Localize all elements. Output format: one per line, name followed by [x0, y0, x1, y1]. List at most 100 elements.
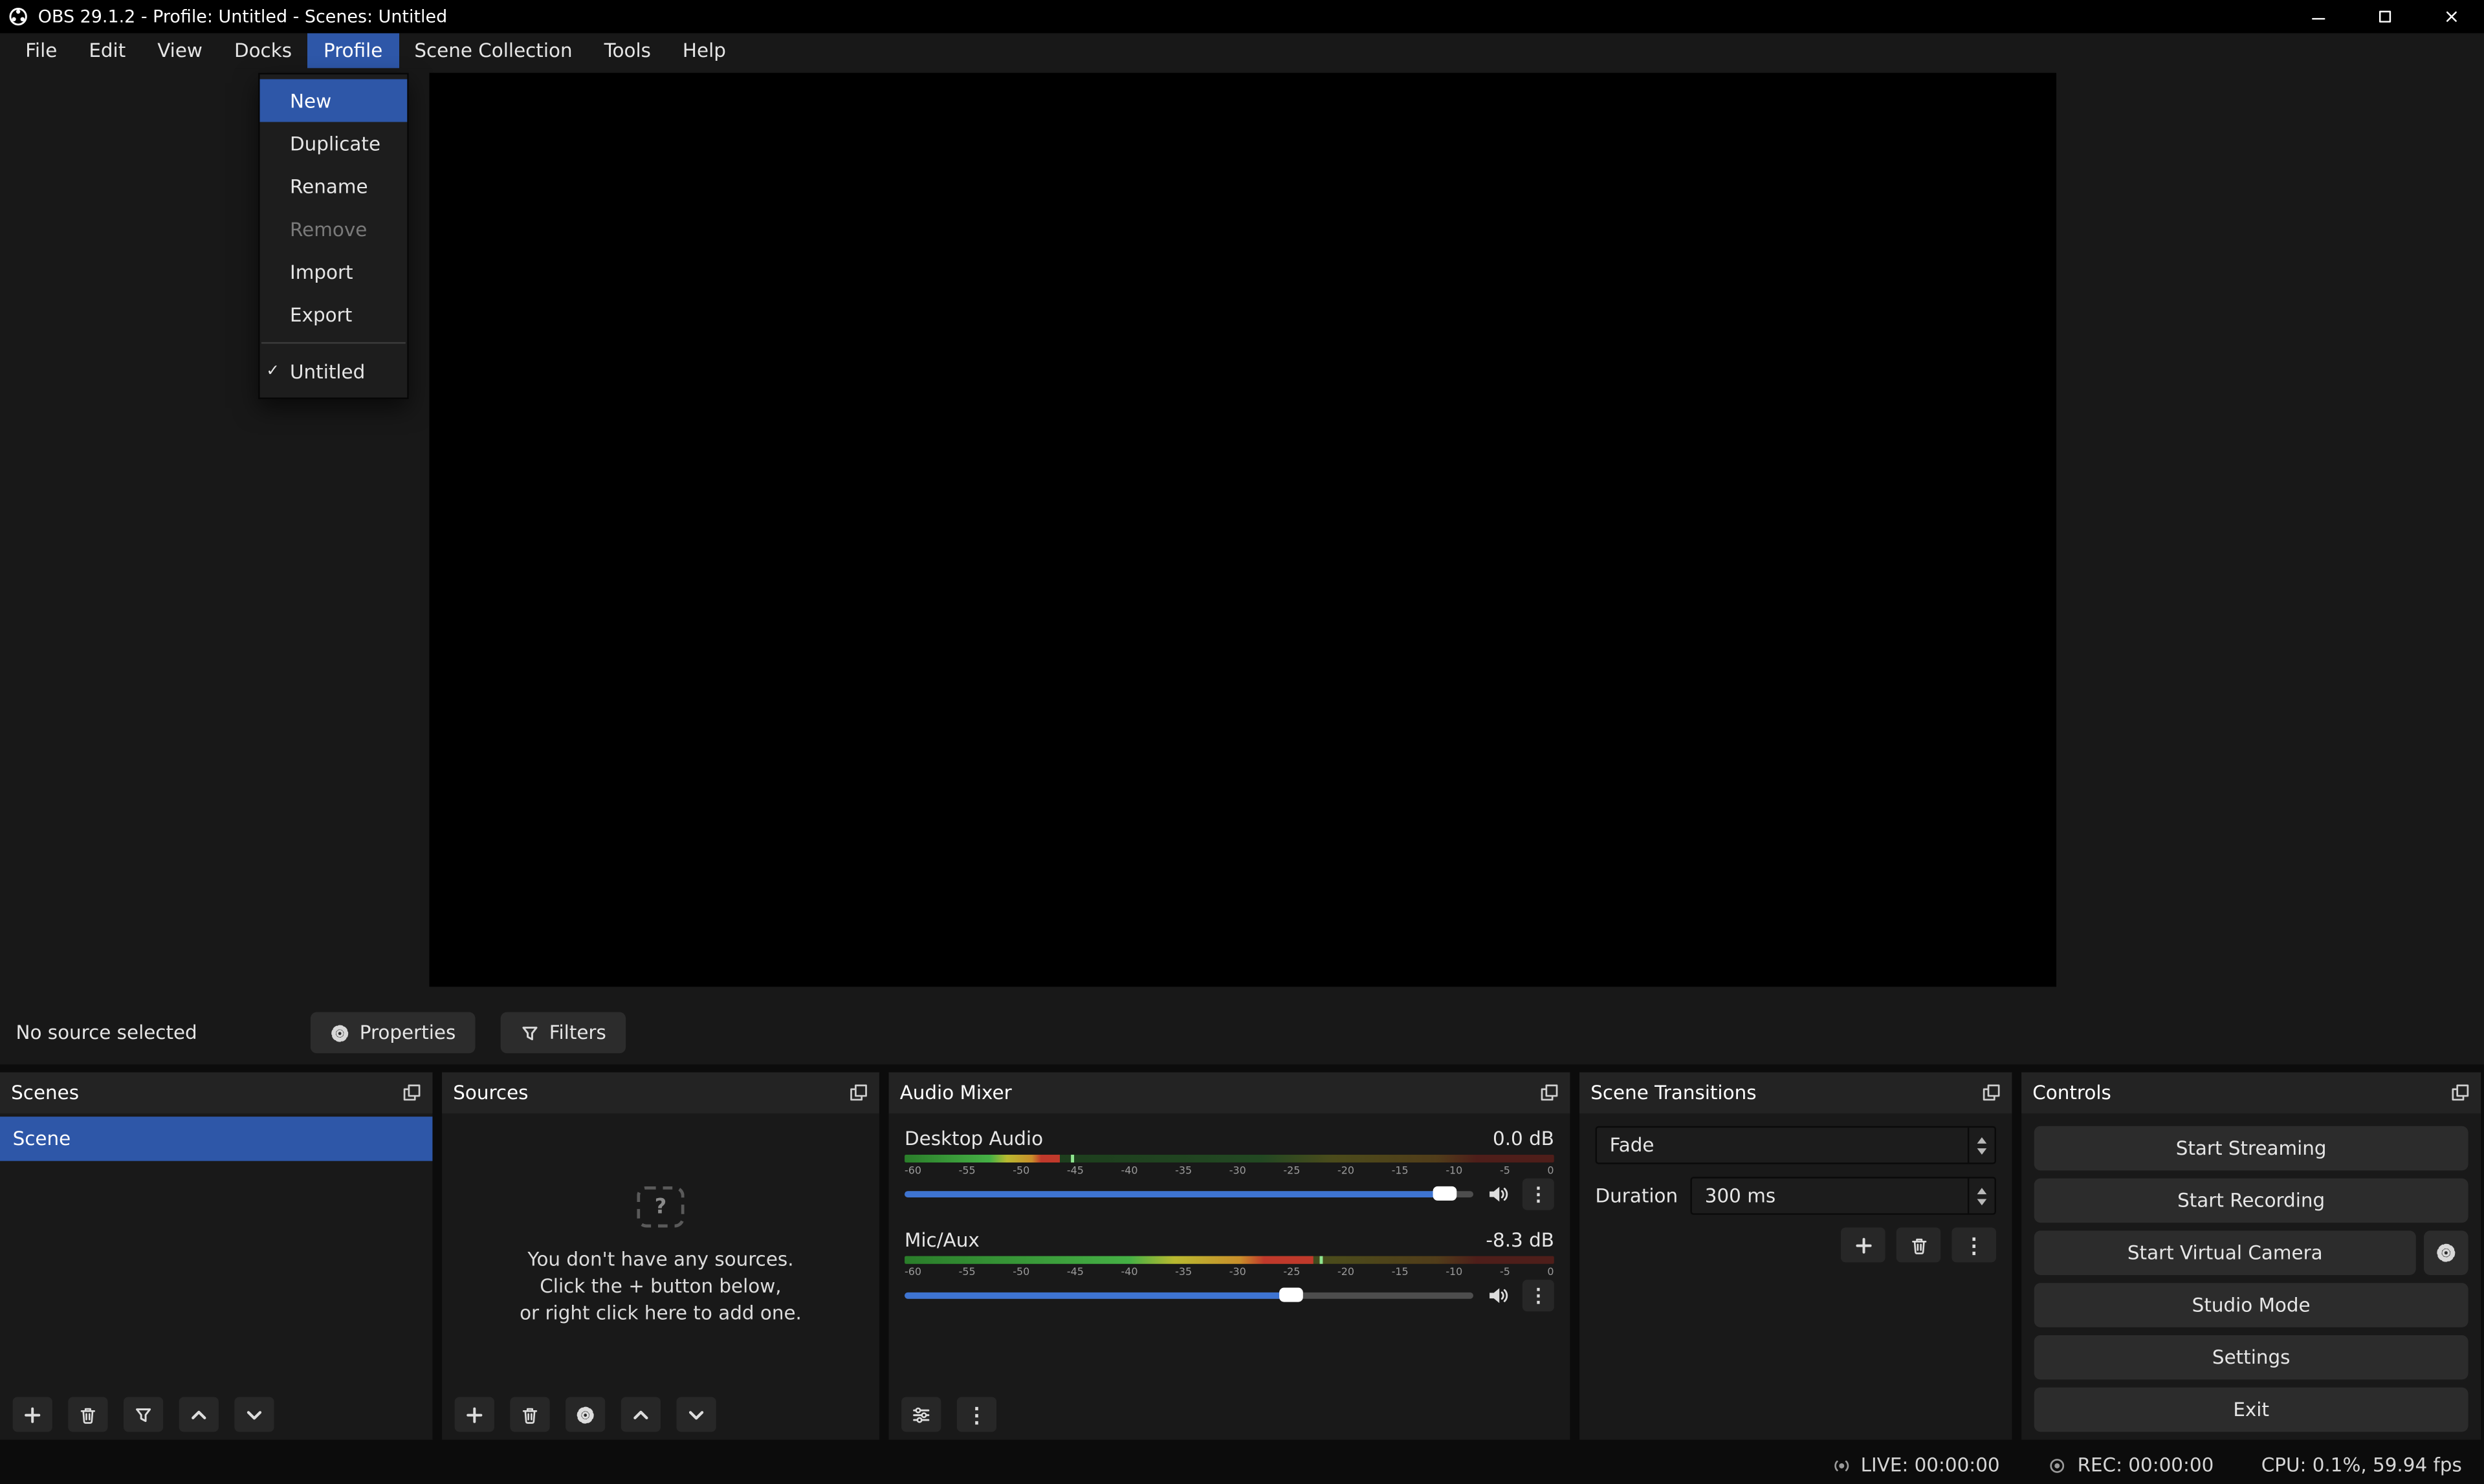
menu-docks[interactable]: Docks — [218, 33, 307, 68]
volume-meter — [905, 1155, 1554, 1162]
channel-options-button[interactable]: ⋮ — [1522, 1280, 1554, 1311]
mixer-popout-button[interactable] — [1540, 1084, 1559, 1102]
advanced-audio-button[interactable] — [901, 1397, 941, 1432]
trash-icon — [520, 1404, 540, 1425]
properties-label: Properties — [360, 1021, 456, 1043]
profile-menu-import[interactable]: Import — [260, 250, 408, 293]
add-source-button[interactable] — [455, 1397, 494, 1432]
question-icon: ? — [637, 1186, 684, 1228]
add-scene-button[interactable] — [13, 1397, 52, 1432]
scene-filters-button[interactable] — [124, 1397, 163, 1432]
profile-menu-export[interactable]: Export — [260, 293, 408, 336]
settings-button[interactable]: Settings — [2034, 1335, 2468, 1380]
filter-icon — [133, 1404, 154, 1425]
minimize-button[interactable] — [2285, 0, 2351, 33]
start-streaming-button[interactable]: Start Streaming — [2034, 1126, 2468, 1171]
select-spinner[interactable] — [1968, 1128, 1995, 1162]
source-status-text: No source selected — [16, 1021, 285, 1043]
maximize-icon — [2375, 8, 2393, 25]
dots-icon: ⋮ — [967, 1404, 987, 1425]
transition-select[interactable]: Fade — [1596, 1126, 1996, 1164]
controls-header: Controls — [2021, 1073, 2481, 1114]
obs-logo-icon — [8, 6, 28, 27]
duration-spinbox[interactable]: 300 ms — [1691, 1177, 1996, 1215]
duration-label: Duration — [1596, 1184, 1678, 1206]
scene-list-item[interactable]: Scene — [0, 1117, 432, 1161]
remove-scene-button[interactable] — [68, 1397, 107, 1432]
preview-canvas[interactable] — [428, 73, 2056, 987]
transitions-header: Scene Transitions — [1579, 1073, 2012, 1114]
profile-menu-duplicate[interactable]: Duplicate — [260, 122, 408, 165]
trash-icon — [1908, 1235, 1929, 1256]
scene-transitions-dock: Scene Transitions Fade Duration 300 ms — [1579, 1073, 2012, 1440]
mute-button[interactable] — [1486, 1285, 1510, 1307]
menubar: File Edit View Docks Profile Scene Colle… — [0, 33, 2484, 68]
slider-handle[interactable] — [1279, 1288, 1303, 1302]
volume-slider[interactable] — [905, 1180, 1473, 1208]
trash-icon — [78, 1404, 98, 1425]
channel-options-button[interactable]: ⋮ — [1522, 1179, 1554, 1210]
mixer-options-button[interactable]: ⋮ — [957, 1397, 996, 1432]
menu-scene-collection[interactable]: Scene Collection — [399, 33, 588, 68]
menu-help[interactable]: Help — [666, 33, 742, 68]
mixer-toolbar: ⋮ — [889, 1389, 1570, 1439]
popout-icon — [1540, 1084, 1559, 1102]
check-icon: ✓ — [266, 363, 280, 380]
audio-mixer-header: Audio Mixer — [889, 1073, 1570, 1114]
studio-mode-button[interactable]: Studio Mode — [2034, 1283, 2468, 1327]
remove-source-button[interactable] — [510, 1397, 549, 1432]
volume-slider[interactable] — [905, 1282, 1473, 1310]
cpu-fps-text: CPU: 0.1%, 59.94 fps — [2261, 1454, 2462, 1476]
channel-name: Mic/Aux — [905, 1228, 980, 1250]
menu-edit[interactable]: Edit — [73, 33, 142, 68]
maximize-button[interactable] — [2351, 0, 2417, 33]
mute-button[interactable] — [1486, 1183, 1510, 1205]
scenes-popout-button[interactable] — [402, 1084, 421, 1102]
properties-button[interactable]: Properties — [311, 1012, 475, 1054]
controls-title: Controls — [2032, 1082, 2111, 1104]
sources-popout-button[interactable] — [849, 1084, 868, 1102]
sources-empty-state: ? You don't have any sources. Click the … — [442, 1186, 879, 1327]
sources-dock-body[interactable]: ? You don't have any sources. Click the … — [442, 1113, 879, 1439]
transition-options-button[interactable]: ⋮ — [1951, 1228, 1996, 1263]
profile-menu-untitled[interactable]: ✓ Untitled — [260, 350, 408, 393]
spin-up-icon — [1977, 1137, 1987, 1143]
record-icon — [2047, 1455, 2068, 1476]
spin-down-icon — [1977, 1148, 1987, 1154]
source-properties-button[interactable] — [566, 1397, 605, 1432]
sources-dock-title: Sources — [453, 1082, 528, 1104]
start-virtual-camera-button[interactable]: Start Virtual Camera — [2034, 1230, 2416, 1275]
virtual-camera-settings-button[interactable] — [2424, 1230, 2468, 1275]
exit-button[interactable]: Exit — [2034, 1388, 2468, 1432]
start-recording-button[interactable]: Start Recording — [2034, 1179, 2468, 1223]
chevron-up-icon — [630, 1404, 651, 1425]
menu-tools[interactable]: Tools — [588, 33, 666, 68]
audio-mixer-title: Audio Mixer — [900, 1082, 1012, 1104]
duration-spinner[interactable] — [1968, 1179, 1995, 1214]
transitions-popout-button[interactable] — [1982, 1084, 2001, 1102]
menu-profile[interactable]: Profile — [308, 33, 399, 68]
move-source-up-button[interactable] — [621, 1397, 661, 1432]
speaker-icon — [1486, 1183, 1510, 1205]
close-button[interactable] — [2417, 0, 2484, 33]
menu-file[interactable]: File — [10, 33, 73, 68]
move-source-down-button[interactable] — [676, 1397, 716, 1432]
chevron-down-icon — [244, 1404, 265, 1425]
plus-icon — [464, 1404, 485, 1425]
profile-menu-rename[interactable]: Rename — [260, 165, 408, 208]
profile-menu-new[interactable]: New — [260, 79, 408, 122]
filter-icon — [519, 1022, 540, 1043]
dots-icon: ⋮ — [1529, 1183, 1548, 1205]
move-scene-up-button[interactable] — [179, 1397, 219, 1432]
slider-handle[interactable] — [1433, 1186, 1457, 1201]
filters-button[interactable]: Filters — [500, 1012, 625, 1054]
remove-transition-button[interactable] — [1896, 1228, 1941, 1263]
add-transition-button[interactable] — [1841, 1228, 1885, 1263]
menu-view[interactable]: View — [142, 33, 219, 68]
transition-value: Fade — [1610, 1134, 1654, 1156]
controls-popout-button[interactable] — [2451, 1084, 2470, 1102]
audio-mixer-body: Desktop Audio 0.0 dB -60-55-50-45-40-35-… — [889, 1113, 1570, 1439]
move-scene-down-button[interactable] — [234, 1397, 274, 1432]
close-icon — [2442, 8, 2459, 25]
spin-down-icon — [1977, 1198, 1987, 1205]
